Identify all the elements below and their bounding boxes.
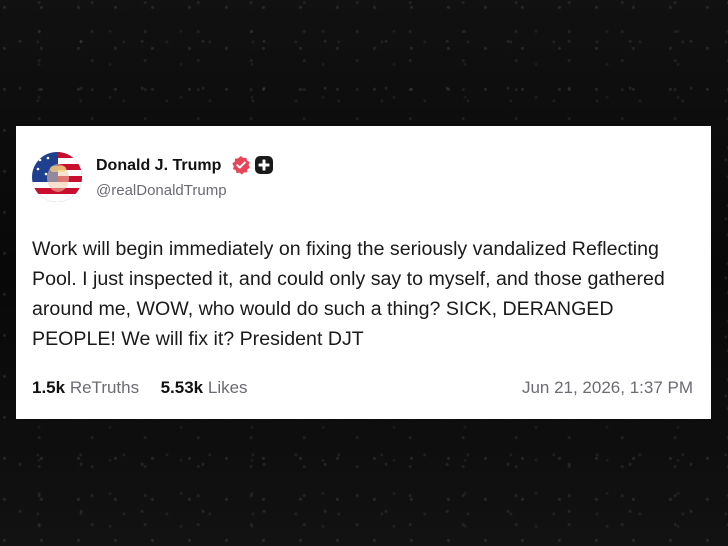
author-name[interactable]: Donald J. Trump — [96, 156, 221, 176]
plus-badge-icon — [255, 156, 273, 174]
retruths-label[interactable]: ReTruths — [70, 378, 139, 397]
verified-badge-icon — [231, 155, 251, 175]
avatar[interactable] — [32, 152, 82, 202]
likes-label[interactable]: Likes — [208, 378, 248, 397]
retruths-count[interactable]: 1.5k — [32, 378, 65, 397]
author-handle[interactable]: @realDonaldTrump — [96, 182, 227, 200]
post-stats: 1.5k ReTruths 5.53k Likes — [32, 377, 248, 399]
likes-count[interactable]: 5.53k — [161, 378, 204, 397]
post-timestamp[interactable]: Jun 21, 2026, 1:37 PM — [522, 377, 693, 399]
post-text: Work will begin immediately on fixing th… — [32, 238, 665, 350]
